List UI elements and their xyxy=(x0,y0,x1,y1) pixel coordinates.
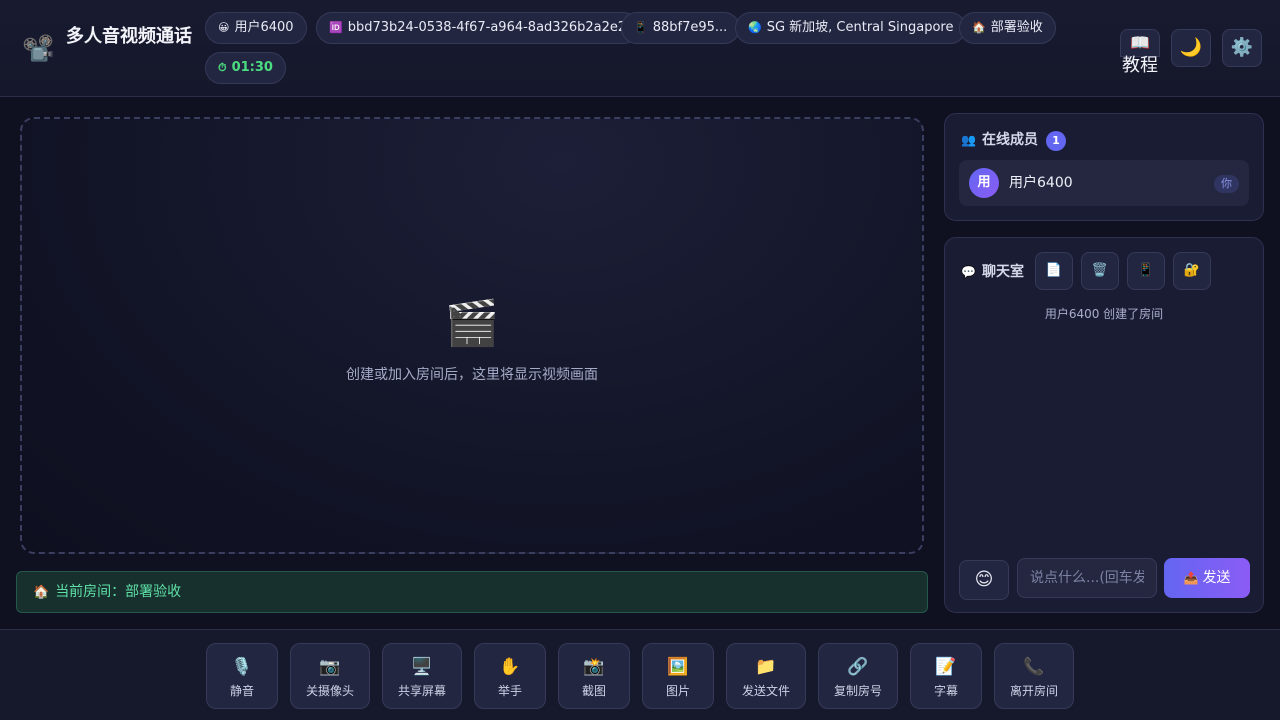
chat-notes-button[interactable]: 📄 xyxy=(1035,252,1073,290)
camera-icon: 📷 xyxy=(319,657,341,677)
top-header: 📽️ 多人音视频通话 😀 用户6400 🆔 bbd73b24-0538-4f67-a… xyxy=(0,0,1280,97)
camera-flash-icon: 📸 xyxy=(583,657,605,677)
video-placeholder-text: 创建或加入房间后，这里将显示视频画面 xyxy=(346,367,598,383)
location: SG 新加坡, Central Singapore xyxy=(766,20,954,35)
picture-icon: 🖼️ xyxy=(667,657,689,677)
members-panel: 👥 在线成员 1 用 用户6400 你 xyxy=(944,113,1264,221)
smiley-icon: 😀 xyxy=(218,21,230,34)
globe-icon: 🌏 xyxy=(748,21,762,34)
system-message: 用户6400 创建了房间 xyxy=(1044,307,1164,321)
tutorial-button[interactable]: 📖 教程 xyxy=(1120,29,1160,77)
current-room-bar: 🏠 当前房间：部署验收 xyxy=(16,571,928,613)
smiley-icon: 😊 xyxy=(974,569,994,590)
clear-chat-button[interactable]: 🗑️ xyxy=(1081,252,1119,290)
memo-icon: 📄 xyxy=(1045,263,1063,278)
video-stage: 🎬 创建或加入房间后，这里将显示视频画面 xyxy=(20,117,924,554)
members-title: 👥 在线成员 1 xyxy=(961,130,1066,151)
app-title: 多人音视频通话 xyxy=(66,26,192,47)
image-button[interactable]: 🖼️ 图片 xyxy=(642,643,714,709)
call-timer: ⏱ 01:30 xyxy=(205,52,286,84)
share-screen-button[interactable]: 🖥️ 共享屏幕 xyxy=(382,643,462,709)
subtitles-button[interactable]: 📝 字幕 xyxy=(910,643,982,709)
monitor-icon: 🖥️ xyxy=(411,657,433,677)
device-id-chip[interactable]: 📱 88bf7e95... xyxy=(621,12,741,44)
screenshot-button[interactable]: 📸 截图 xyxy=(558,643,630,709)
user-chip[interactable]: 😀 用户6400 xyxy=(205,12,307,44)
avatar: 用 xyxy=(969,168,999,198)
trash-icon: 🗑️ xyxy=(1091,263,1109,278)
phone-icon: 📱 xyxy=(1137,263,1155,278)
member-name: 用户6400 xyxy=(1009,175,1073,191)
phone-hangup-icon: 📞 xyxy=(1023,657,1045,677)
room-name: 部署验收 xyxy=(990,20,1043,35)
book-icon: 📖 xyxy=(1120,29,1160,57)
id-icon: 🆔 xyxy=(329,21,343,34)
tutorial-label: 教程 xyxy=(1122,55,1158,76)
raise-hand-button[interactable]: ✋ 举手 xyxy=(474,643,546,709)
speech-bubble-icon: 💬 xyxy=(961,265,976,279)
bottom-toolbar: 🎙️ 静音 📷 关摄像头 🖥️ 共享屏幕 ✋ 举手 📸 截图 🖼️ 图片 📁 发送文件 🔗 复制… xyxy=(0,629,1280,720)
video-camera-icon: 📽️ xyxy=(22,34,55,64)
microphone-icon: 🎙️ xyxy=(231,657,253,677)
emoji-button[interactable]: 😊 xyxy=(959,560,1009,600)
current-room-text: 当前房间：部署验收 xyxy=(55,584,182,600)
settings-button[interactable]: ⚙️ xyxy=(1222,29,1262,67)
link-icon: 🔗 xyxy=(847,657,869,677)
folder-icon: 📁 xyxy=(755,657,777,677)
device-id: 88bf7e95... xyxy=(652,20,728,35)
member-count-badge: 1 xyxy=(1045,131,1066,151)
session-id-chip[interactable]: 🆔 bbd73b24-0538-4f67-a964-8ad326b2a2e2 xyxy=(316,12,640,44)
camera-off-button[interactable]: 📷 关摄像头 xyxy=(290,643,370,709)
session-id: bbd73b24-0538-4f67-a964-8ad326b2a2e2 xyxy=(347,20,627,35)
copy-room-id-button[interactable]: 🔗 复制房号 xyxy=(818,643,898,709)
mute-button[interactable]: 🎙️ 静音 xyxy=(206,643,278,709)
moon-icon: 🌙 xyxy=(1179,37,1203,58)
send-file-button[interactable]: 📁 发送文件 xyxy=(726,643,806,709)
member-item[interactable]: 用 用户6400 你 xyxy=(959,160,1249,206)
room-chip[interactable]: 🏠 部署验收 xyxy=(959,12,1056,44)
send-button[interactable]: 📤 发送 xyxy=(1164,558,1250,598)
people-icon: 👥 xyxy=(961,133,976,147)
chat-input[interactable] xyxy=(1017,558,1157,598)
upload-icon: 📤 xyxy=(1183,571,1199,585)
lock-icon: 🔐 xyxy=(1183,263,1201,278)
house-icon: 🏠 xyxy=(972,21,986,34)
leave-room-button[interactable]: 📞 离开房间 xyxy=(994,643,1074,709)
chat-lock-button[interactable]: 🔐 xyxy=(1173,252,1211,290)
location-chip[interactable]: 🌏 SG 新加坡, Central Singapore xyxy=(735,12,967,44)
timer-value: 01:30 xyxy=(231,60,273,75)
clapperboard-icon: 🎬 xyxy=(444,298,500,349)
chat-mobile-button[interactable]: 📱 xyxy=(1127,252,1165,290)
hand-icon: ✋ xyxy=(499,657,521,677)
memo-icon: 📝 xyxy=(935,657,957,677)
stopwatch-icon: ⏱ xyxy=(218,61,227,74)
gear-icon: ⚙️ xyxy=(1230,37,1254,58)
self-badge: 你 xyxy=(1214,175,1239,193)
theme-toggle-button[interactable]: 🌙 xyxy=(1171,29,1211,67)
chat-panel: 💬聊天室 📄 🗑️ 📱 🔐 用户6400 创建了房间 😊 📤发送 xyxy=(944,237,1264,613)
phone-icon: 📱 xyxy=(634,21,648,34)
chat-title: 💬 聊天室 xyxy=(961,264,1024,280)
house-icon: 🏠 xyxy=(33,585,50,600)
user-name: 用户6400 xyxy=(234,20,294,35)
